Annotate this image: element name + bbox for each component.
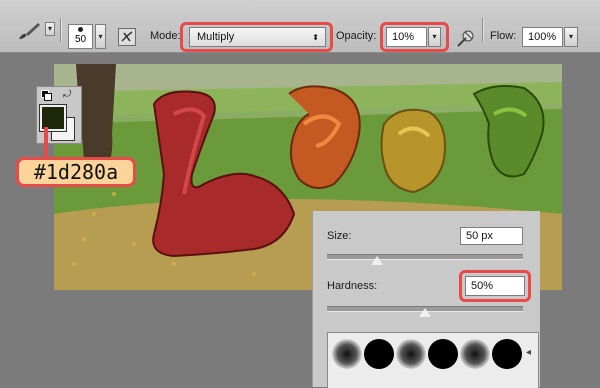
- size-slider-knob[interactable]: [371, 256, 383, 265]
- size-slider[interactable]: [327, 254, 523, 260]
- blend-mode-select[interactable]: Multiply ⬍: [189, 27, 326, 47]
- swap-colors-icon[interactable]: ⤾: [63, 89, 71, 100]
- separator: [482, 18, 484, 42]
- brush-tip-hard[interactable]: [492, 339, 522, 369]
- brush-tip-hard[interactable]: [428, 339, 458, 369]
- blend-mode-value: Multiply: [197, 31, 235, 43]
- color-swatch-panel: ⤾: [36, 86, 82, 144]
- mode-label: Mode:: [150, 30, 181, 42]
- brush-tip-soft[interactable]: [460, 339, 490, 369]
- brush-panel-toggle-icon[interactable]: [118, 28, 136, 46]
- updown-arrows-icon: ⬍: [312, 33, 319, 42]
- brush-tip-hard[interactable]: [364, 339, 394, 369]
- separator: [60, 18, 62, 42]
- tool-preset-dropdown[interactable]: ▾: [45, 22, 55, 36]
- brush-icon[interactable]: [16, 20, 42, 42]
- hardness-slider-knob[interactable]: [419, 308, 431, 317]
- size-label: Size:: [327, 230, 352, 242]
- hardness-label: Hardness:: [327, 280, 378, 292]
- flow-label: Flow:: [490, 30, 517, 42]
- opacity-label: Opacity:: [336, 30, 377, 42]
- brush-tip-scroll-icon[interactable]: ◂: [526, 347, 531, 358]
- callout-connector: [44, 127, 48, 159]
- brush-preset-picker[interactable]: 50: [68, 24, 93, 49]
- foreground-hex-callout: #1d280a: [16, 157, 136, 187]
- brush-tip-soft[interactable]: [332, 339, 362, 369]
- opacity-input[interactable]: 10%: [386, 27, 427, 47]
- flow-dropdown[interactable]: ▾: [564, 27, 578, 47]
- brush-options-panel: Size: 50 px Hardness: 50% ◂: [312, 211, 540, 388]
- brush-preset-dropdown[interactable]: ▾: [95, 24, 106, 49]
- size-input[interactable]: 50 px: [460, 227, 523, 245]
- hardness-input[interactable]: 50%: [465, 276, 525, 296]
- brush-tip-dot-icon: [78, 27, 83, 32]
- options-toolbar: ▾ 50 ▾ Mode: Multiply ⬍ Opacity: 10% ▾ F…: [0, 0, 600, 53]
- flow-input[interactable]: 100%: [522, 27, 563, 47]
- brush-tip-soft[interactable]: [396, 339, 426, 369]
- brush-tip-presets: ◂: [327, 332, 539, 388]
- brush-size-value: 50: [74, 34, 87, 45]
- opacity-dropdown[interactable]: ▾: [428, 27, 441, 47]
- airbrush-icon[interactable]: [456, 28, 476, 48]
- default-colors-icon[interactable]: [41, 90, 52, 101]
